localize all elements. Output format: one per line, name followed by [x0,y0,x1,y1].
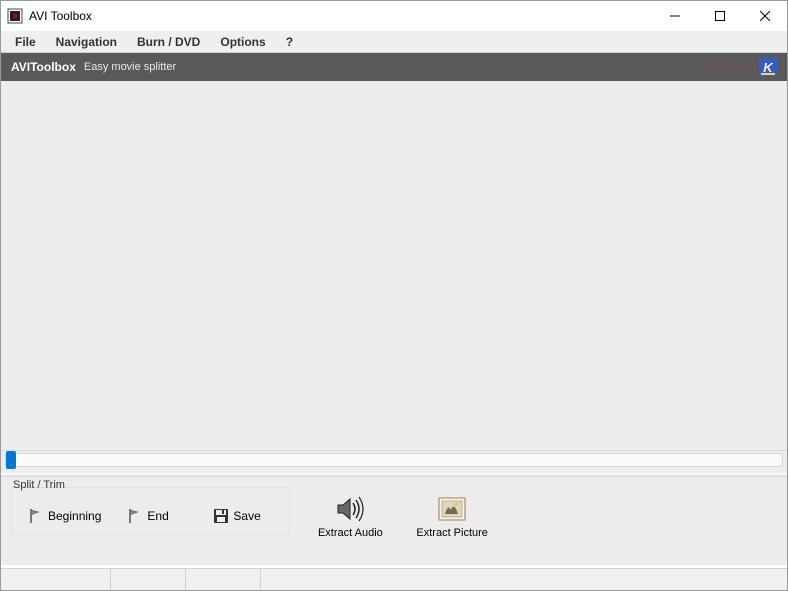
app-icon [7,8,23,24]
banner-title: AVIToolbox [11,60,76,74]
extract-picture-button[interactable]: Extract Picture [410,489,494,565]
video-preview-area [1,81,787,451]
menu-file[interactable]: File [5,33,46,51]
beginning-button[interactable]: Beginning [18,504,111,528]
status-bar [1,568,787,590]
status-cell-4 [261,569,787,590]
status-cell-2 [111,569,186,590]
svg-text:K: K [763,60,774,75]
end-button[interactable]: End [117,504,197,528]
timeline-row [1,451,787,473]
maximize-button[interactable] [697,1,742,31]
beginning-label: Beginning [48,509,101,523]
menu-burn-dvd[interactable]: Burn / DVD [127,33,210,51]
end-label: End [147,509,168,523]
menu-help[interactable]: ? [276,33,303,51]
window-title: AVI Toolbox [29,9,652,23]
save-icon [213,508,229,524]
extract-audio-label: Extract Audio [318,527,383,539]
extract-picture-label: Extract Picture [416,527,488,539]
banner-logo-icon: K [759,58,777,76]
status-cell-1 [1,569,111,590]
save-button[interactable]: Save [203,504,283,528]
bottom-toolbar: Split / Trim Beginning End Save [1,477,787,565]
menu-bar: File Navigation Burn / DVD Options ? [1,31,787,53]
flag-beginning-icon [28,508,44,524]
group-box: Beginning End Save [11,487,290,535]
extract-audio-button[interactable]: Extract Audio [310,489,390,565]
split-trim-group: Split / Trim Beginning End Save [11,481,290,565]
status-cell-3 [186,569,261,590]
close-button[interactable] [742,1,787,31]
save-label: Save [233,509,260,523]
menu-options[interactable]: Options [210,33,275,51]
minimize-button[interactable] [652,1,697,31]
group-label: Split / Trim [13,479,65,491]
window-controls [652,1,787,31]
menu-navigation[interactable]: Navigation [46,33,127,51]
timeline-slider[interactable] [5,453,783,467]
app-banner: AVIToolbox Easy movie splitter K [1,53,787,81]
banner-subtitle: Easy movie splitter [84,61,759,73]
timeline-thumb[interactable] [6,451,16,469]
title-bar: AVI Toolbox [1,1,787,31]
flag-end-icon [127,508,143,524]
picture-icon [436,493,468,525]
speaker-icon [334,493,366,525]
